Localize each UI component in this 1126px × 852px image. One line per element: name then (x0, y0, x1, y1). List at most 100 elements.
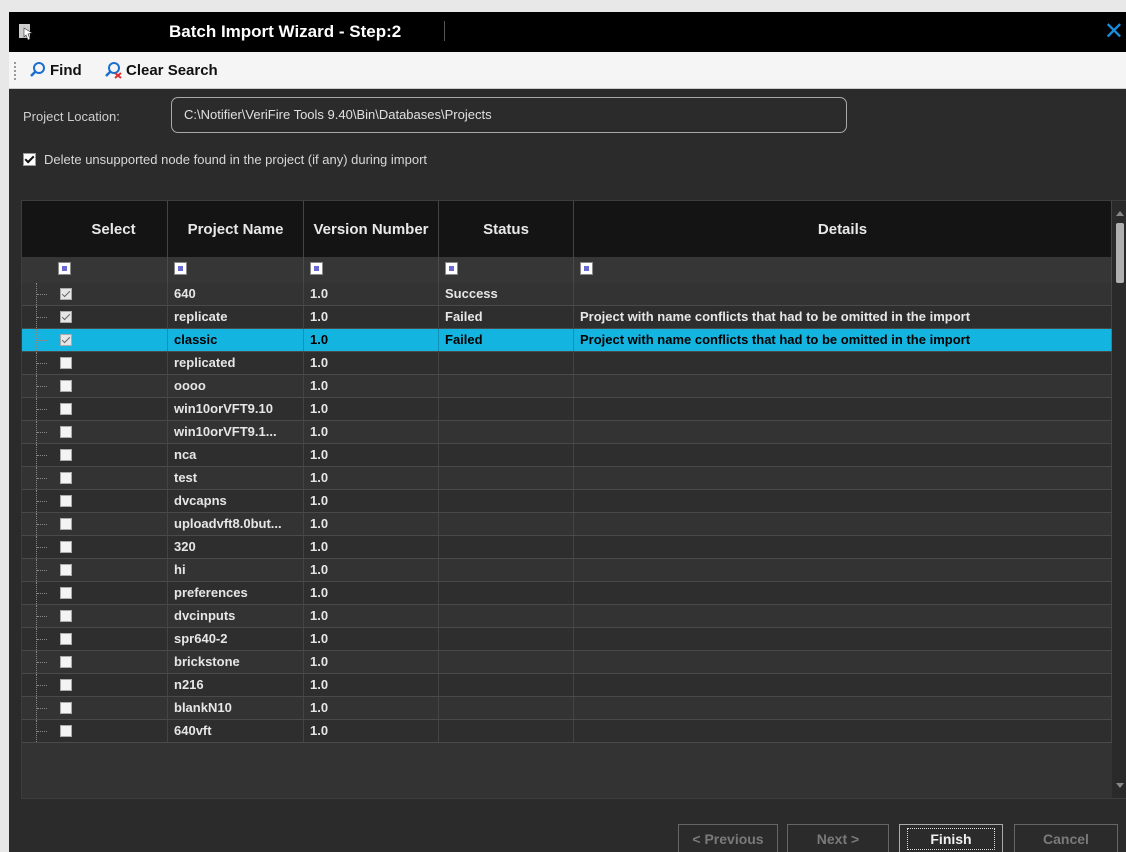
details-cell (574, 628, 1112, 650)
row-checkbox[interactable] (60, 403, 72, 415)
finish-button[interactable]: Finish (899, 824, 1003, 852)
row-checkbox[interactable] (60, 679, 72, 691)
header-status[interactable]: Status (439, 201, 574, 257)
select-cell[interactable] (52, 720, 168, 742)
table-row[interactable]: oooo 1.0 (22, 375, 1112, 398)
select-cell[interactable] (52, 467, 168, 489)
select-cell[interactable] (52, 375, 168, 397)
select-cell[interactable] (52, 329, 168, 351)
row-checkbox[interactable] (60, 541, 72, 553)
next-button[interactable]: Next > (787, 824, 889, 852)
cancel-button[interactable]: Cancel (1014, 824, 1118, 852)
row-checkbox[interactable] (60, 288, 72, 300)
table-row[interactable]: blankN10 1.0 (22, 697, 1112, 720)
version-cell: 1.0 (304, 720, 439, 742)
version-cell: 1.0 (304, 421, 439, 443)
filter-icon[interactable] (580, 262, 593, 275)
table-row[interactable]: replicated 1.0 (22, 352, 1112, 375)
select-cell[interactable] (52, 674, 168, 696)
select-cell[interactable] (52, 490, 168, 512)
row-checkbox[interactable] (60, 725, 72, 737)
filter-icon[interactable] (58, 262, 71, 275)
row-checkbox[interactable] (60, 564, 72, 576)
status-cell (439, 559, 574, 581)
select-cell[interactable] (52, 398, 168, 420)
row-checkbox[interactable] (60, 610, 72, 622)
table-row[interactable]: replicate 1.0 Failed Project with name conf… (22, 306, 1112, 329)
row-checkbox[interactable] (60, 495, 72, 507)
previous-button[interactable]: < Previous (678, 824, 778, 852)
table-row[interactable]: test 1.0 (22, 467, 1112, 490)
select-cell[interactable] (52, 628, 168, 650)
delete-unsupported-label: Delete unsupported node found in the pro… (44, 152, 428, 167)
header-version-number[interactable]: Version Number (304, 201, 439, 257)
row-checkbox[interactable] (60, 702, 72, 714)
delete-unsupported-option[interactable]: Delete unsupported node found in the pro… (23, 152, 427, 167)
row-checkbox[interactable] (60, 472, 72, 484)
row-checkbox[interactable] (60, 334, 72, 346)
table-row[interactable]: 640vft 1.0 (22, 720, 1112, 743)
select-cell[interactable] (52, 513, 168, 535)
select-cell[interactable] (52, 306, 168, 328)
scroll-up-icon[interactable] (1116, 211, 1124, 216)
table-row[interactable]: nca 1.0 (22, 444, 1112, 467)
scroll-down-icon[interactable] (1116, 783, 1124, 788)
filter-icon[interactable] (174, 262, 187, 275)
select-cell[interactable] (52, 559, 168, 581)
select-cell[interactable] (52, 421, 168, 443)
project-location-field[interactable]: C:\Notifier\VeriFire Tools 9.40\Bin\Data… (171, 97, 847, 133)
table-row[interactable]: hi 1.0 (22, 559, 1112, 582)
title-bar: Batch Import Wizard - Step:2 ✕ (9, 12, 1126, 52)
table-row[interactable]: uploadvft8.0but... 1.0 (22, 513, 1112, 536)
header-select[interactable]: Select (52, 201, 168, 257)
status-cell (439, 398, 574, 420)
row-checkbox[interactable] (60, 518, 72, 530)
vertical-scrollbar[interactable] (1112, 201, 1126, 798)
table-row[interactable]: spr640-2 1.0 (22, 628, 1112, 651)
table-row[interactable]: dvcapns 1.0 (22, 490, 1112, 513)
row-checkbox[interactable] (60, 357, 72, 369)
table-row[interactable]: win10orVFT9.1... 1.0 (22, 421, 1112, 444)
details-cell (574, 651, 1112, 673)
table-row[interactable]: 640 1.0 Success (22, 283, 1112, 306)
version-cell: 1.0 (304, 628, 439, 650)
find-button[interactable]: Find (29, 59, 82, 81)
row-checkbox[interactable] (60, 449, 72, 461)
table-row[interactable]: win10orVFT9.10 1.0 (22, 398, 1112, 421)
select-cell[interactable] (52, 536, 168, 558)
header-details[interactable]: Details (574, 201, 1112, 257)
filter-row (22, 257, 1112, 284)
status-cell (439, 651, 574, 673)
table-row[interactable]: preferences 1.0 (22, 582, 1112, 605)
select-cell[interactable] (52, 444, 168, 466)
select-cell[interactable] (52, 352, 168, 374)
row-checkbox[interactable] (60, 380, 72, 392)
table-row[interactable]: dvcinputs 1.0 (22, 605, 1112, 628)
wizard-window: Batch Import Wizard - Step:2 ✕ Find Clea… (9, 12, 1126, 852)
table-row[interactable]: classic 1.0 Failed Project with name confli… (22, 329, 1112, 352)
scrollbar-thumb[interactable] (1116, 223, 1124, 283)
grid-rows: 640 1.0 Success replicate 1.0 Failed Project w… (22, 283, 1112, 743)
table-row[interactable]: 320 1.0 (22, 536, 1112, 559)
row-checkbox[interactable] (60, 311, 72, 323)
clear-search-button[interactable]: Clear Search (103, 59, 218, 81)
table-row[interactable]: n216 1.0 (22, 674, 1112, 697)
status-cell (439, 513, 574, 535)
table-row[interactable]: brickstone 1.0 (22, 651, 1112, 674)
header-project-name[interactable]: Project Name (168, 201, 304, 257)
row-checkbox[interactable] (60, 656, 72, 668)
title-divider (444, 21, 445, 41)
filter-icon[interactable] (310, 262, 323, 275)
select-cell[interactable] (52, 283, 168, 305)
filter-icon[interactable] (445, 262, 458, 275)
project-name-cell: brickstone (168, 651, 304, 673)
close-icon[interactable]: ✕ (1104, 17, 1124, 46)
delete-unsupported-checkbox[interactable] (23, 153, 36, 166)
row-checkbox[interactable] (60, 426, 72, 438)
select-cell[interactable] (52, 582, 168, 604)
row-checkbox[interactable] (60, 633, 72, 645)
select-cell[interactable] (52, 605, 168, 627)
select-cell[interactable] (52, 651, 168, 673)
row-checkbox[interactable] (60, 587, 72, 599)
select-cell[interactable] (52, 697, 168, 719)
